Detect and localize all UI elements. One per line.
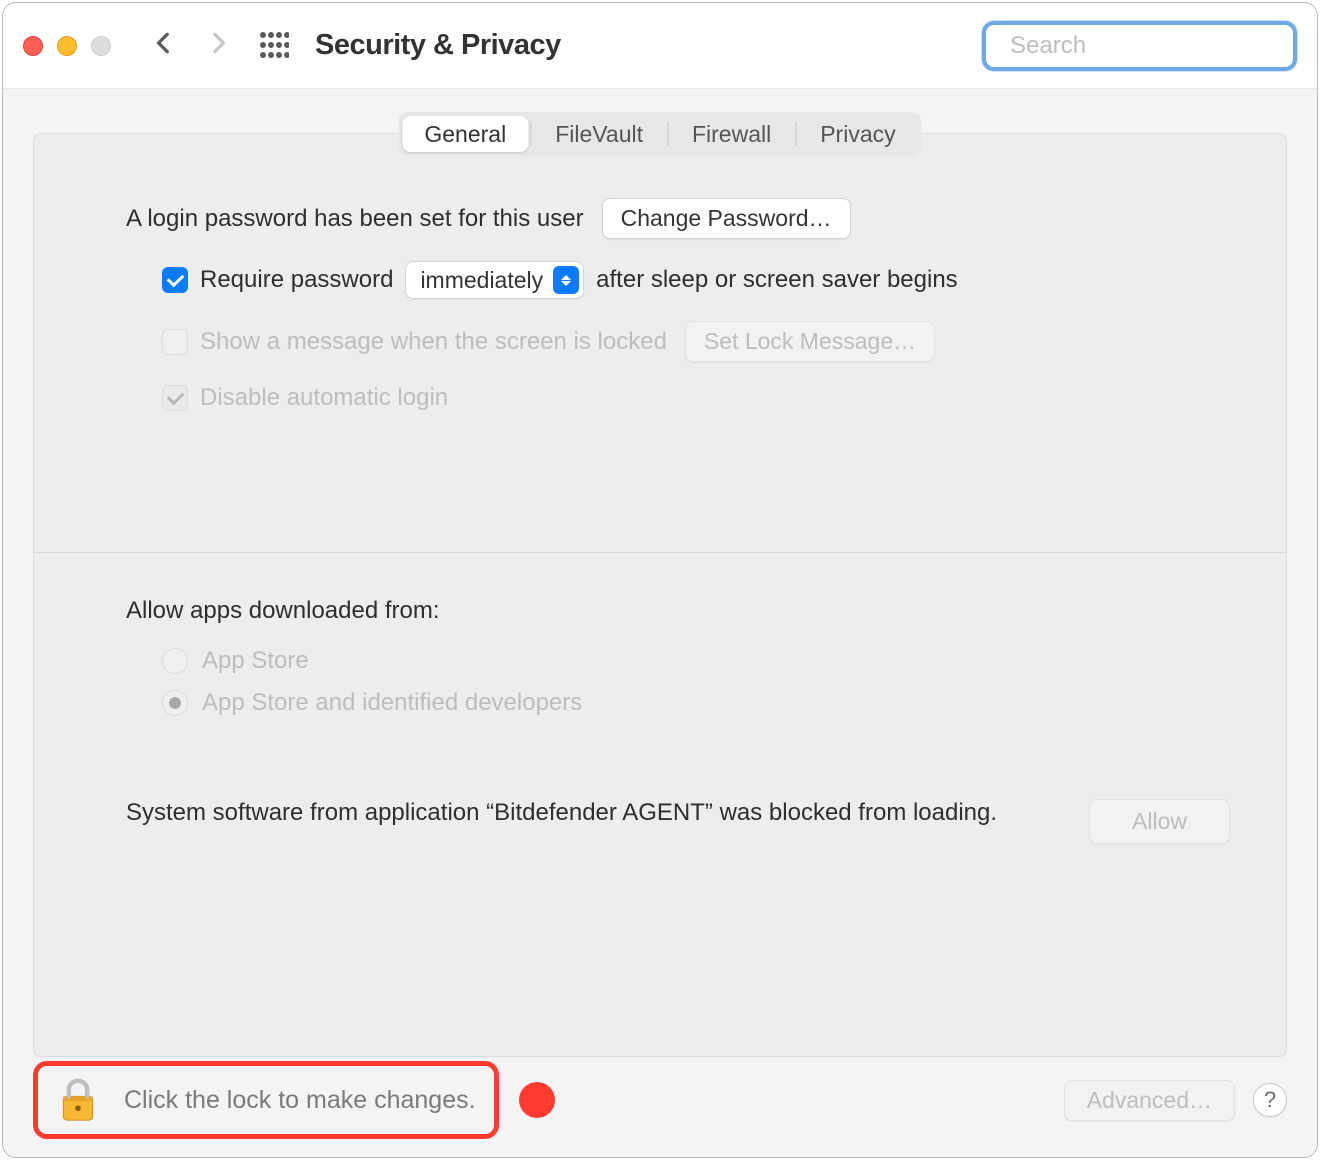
updown-chevron-icon [553,266,579,294]
tab-firewall[interactable]: Firewall [670,116,793,152]
blocked-software-text: System software from application “Bitdef… [126,797,1059,829]
require-password-row: Require password immediately after sleep… [162,261,1230,299]
tab-separator [795,122,796,146]
radio-identified-developers-label: App Store and identified developers [202,689,582,717]
annotation-dot [519,1082,555,1118]
grid-icon [259,31,289,61]
tab-privacy[interactable]: Privacy [798,116,917,152]
search-input[interactable] [1010,32,1318,60]
footer: Click the lock to make changes. Advanced… [3,1061,1317,1139]
chevron-right-icon [205,30,231,56]
require-password-suffix: after sleep or screen saver begins [596,266,958,294]
window-controls [23,36,111,56]
login-password-row: A login password has been set for this u… [126,198,1230,239]
forward-button [205,30,231,61]
nav-buttons [151,30,231,61]
blocked-software-row: System software from application “Bitdef… [126,797,1230,844]
disable-auto-login-row: Disable automatic login [162,384,1230,412]
advanced-button: Advanced… [1064,1080,1235,1121]
radio-appstore [162,648,188,674]
radio-identified-developers [162,690,188,716]
preferences-panel: General FileVault Firewall Privacy A log… [33,133,1287,1057]
search-field[interactable] [982,21,1297,71]
disable-auto-login-checkbox [162,385,188,411]
page-title: Security & Privacy [315,29,561,62]
zoom-window-button [91,36,111,56]
titlebar: Security & Privacy [3,3,1317,89]
allow-apps-option-appstore: App Store [162,647,1230,675]
disable-auto-login-label: Disable automatic login [200,384,448,412]
allow-button: Allow [1089,799,1230,844]
login-password-label: A login password has been set for this u… [126,205,584,233]
allow-apps-option-identified: App Store and identified developers [162,689,1230,717]
require-password-prefix: Require password [200,266,393,294]
show-message-checkbox [162,329,188,355]
allow-apps-heading: Allow apps downloaded from: [126,597,1230,625]
lock-text: Click the lock to make changes. [124,1086,476,1115]
system-preferences-window: Security & Privacy General FileVault Fir… [2,2,1318,1158]
require-password-checkbox[interactable] [162,267,188,293]
change-password-button[interactable]: Change Password… [602,198,851,239]
tab-filevault[interactable]: FileVault [533,116,665,152]
radio-appstore-label: App Store [202,647,309,675]
lock-group-highlight: Click the lock to make changes. [33,1061,499,1139]
tab-separator [667,122,668,146]
show-all-button[interactable] [259,31,289,61]
require-password-delay-select[interactable]: immediately [405,261,584,299]
tab-bar: General FileVault Firewall Privacy [398,112,921,156]
show-message-row: Show a message when the screen is locked… [162,321,1230,362]
divider [34,552,1286,553]
chevron-left-icon [151,30,177,56]
require-password-delay-value: immediately [420,267,543,294]
back-button[interactable] [151,30,177,61]
tab-separator [530,122,531,146]
minimize-window-button[interactable] [57,36,77,56]
footer-right: Advanced… ? [1064,1080,1287,1121]
close-window-button[interactable] [23,36,43,56]
general-pane: A login password has been set for this u… [34,134,1286,844]
lock-icon[interactable] [56,1078,100,1122]
tab-general[interactable]: General [402,116,528,152]
show-message-label: Show a message when the screen is locked [200,328,667,356]
help-button[interactable]: ? [1253,1083,1287,1117]
set-lock-message-button: Set Lock Message… [685,321,935,362]
